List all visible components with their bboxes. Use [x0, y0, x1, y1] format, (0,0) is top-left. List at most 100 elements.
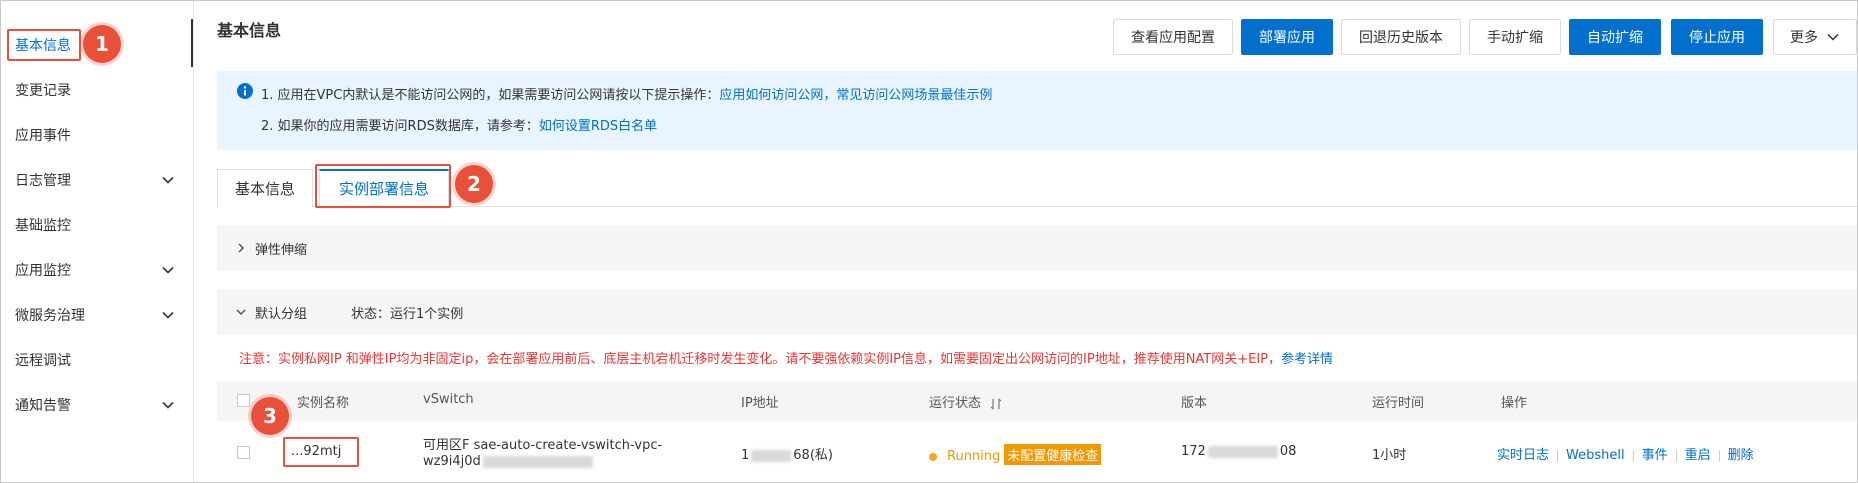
highlight-box-instance: [283, 437, 359, 467]
action-separator: [1557, 449, 1559, 462]
step-badge-1: 1: [83, 25, 121, 63]
version-suffix: 08: [1279, 444, 1297, 459]
chevron-right-icon: [238, 243, 245, 253]
sidebar-item-label: 远程调试: [15, 353, 71, 369]
elastic-scaling-label: 弹性伸缩: [255, 242, 308, 258]
page-title: 基本信息: [217, 21, 282, 40]
notice-line-2-text: 2. 如果你的应用需要访问RDS数据库，请参考：: [261, 119, 539, 134]
select-all-checkbox[interactable]: [237, 394, 250, 407]
auto-scale-button[interactable]: 自动扩缩: [1569, 19, 1661, 55]
default-group-section[interactable]: 默认分组 状态：运行1个实例: [217, 289, 1857, 335]
notice-line-1: 1. 应用在VPC内默认是不能访问公网的，如果需要访问公网请按以下提示操作：应用…: [261, 84, 992, 103]
action-separator: [1632, 449, 1634, 462]
ip-suffix: 68(私): [793, 448, 833, 463]
sidebar-item-log-management[interactable]: 日志管理: [15, 169, 185, 191]
sidebar-item-label: 微服务治理: [15, 308, 85, 324]
deploy-button[interactable]: 部署应用: [1241, 19, 1333, 55]
sidebar-item-microservice-governance[interactable]: 微服务治理: [15, 304, 185, 326]
version-prefix: 172: [1181, 444, 1206, 459]
app-page: 基本信息 变更记录 应用事件 日志管理 基础监控 应用监控 微服务治理 远程调试…: [0, 0, 1858, 483]
link-public-access[interactable]: 应用如何访问公网: [719, 88, 823, 103]
highlight-box-sidebar: [7, 29, 81, 61]
rollback-button[interactable]: 回退历史版本: [1341, 19, 1461, 55]
chevron-down-icon: [1827, 33, 1839, 41]
notice-box: 1. 应用在VPC内默认是不能访问公网的，如果需要访问公网请按以下提示操作：应用…: [217, 71, 1857, 150]
uptime-value: 1小时: [1372, 448, 1407, 463]
table-header: 实例名称 vSwitch IP地址 运行状态 版本 运行时间 操作: [217, 381, 1857, 421]
redacted-blur: [1207, 445, 1278, 458]
notice-line-1-text: 1. 应用在VPC内默认是不能访问公网的，如果需要访问公网请按以下提示操作：: [261, 88, 720, 103]
col-ip: IP地址: [741, 396, 779, 411]
tabs-divider: [217, 206, 1857, 207]
link-rds-whitelist[interactable]: 如何设置RDS白名单: [539, 119, 657, 134]
notice-link-separator: ，: [823, 88, 837, 103]
more-button-label: 更多: [1790, 30, 1818, 46]
stop-app-button[interactable]: 停止应用: [1671, 19, 1763, 55]
col-uptime: 运行时间: [1372, 396, 1425, 411]
group-name: 默认分组: [255, 306, 308, 322]
sidebar-item-label: 日志管理: [15, 173, 71, 189]
action-events[interactable]: 事件: [1642, 448, 1668, 463]
chevron-down-icon: [162, 311, 174, 319]
action-separator: [1718, 449, 1720, 462]
more-button[interactable]: 更多: [1773, 19, 1857, 55]
col-version: 版本: [1181, 396, 1208, 411]
action-delete[interactable]: 删除: [1728, 448, 1754, 463]
sidebar-item-remote-debug[interactable]: 远程调试: [15, 349, 185, 371]
row-checkbox[interactable]: [237, 446, 250, 459]
group-status: 状态：运行1个实例: [351, 306, 464, 322]
vswitch-line-1: 可用区F sae-auto-create-vswitch-vpc-: [423, 438, 663, 453]
tab-basic-info[interactable]: 基本信息: [217, 169, 313, 207]
col-vswitch: vSwitch: [423, 392, 474, 407]
sidebar-item-label: 应用监控: [15, 263, 71, 279]
run-status: Running 未配置健康检查: [929, 444, 1102, 465]
view-config-button[interactable]: 查看应用配置: [1113, 19, 1233, 55]
ip-address: 1 68(私): [741, 444, 833, 463]
notice-line-2: 2. 如果你的应用需要访问RDS数据库，请参考：如何设置RDS白名单: [261, 115, 657, 134]
redacted-blur: [751, 449, 792, 462]
elastic-scaling-section[interactable]: 弹性伸缩: [217, 225, 1857, 271]
manual-scale-button[interactable]: 手动扩缩: [1469, 19, 1561, 55]
highlight-box-tab: [315, 164, 451, 208]
sidebar-item-app-monitoring[interactable]: 应用监控: [15, 259, 185, 281]
chevron-down-icon: [162, 266, 174, 274]
col-status-label: 运行状态: [929, 396, 982, 411]
sidebar-item-label: 变更记录: [15, 83, 71, 99]
step-badge-3: 3: [251, 397, 289, 435]
action-realtime-log[interactable]: 实时日志: [1497, 448, 1549, 463]
sidebar-item-label: 应用事件: [15, 128, 71, 144]
sort-icon[interactable]: [989, 397, 1003, 411]
status-text: Running: [947, 449, 1001, 464]
status-dot-icon: [929, 452, 937, 461]
version-value: 172 08: [1181, 444, 1296, 459]
sidebar-item-app-events[interactable]: 应用事件: [15, 124, 185, 146]
col-instance-name: 实例名称: [297, 396, 350, 411]
col-actions: 操作: [1501, 396, 1528, 411]
vswitch-line-2: wz9i4j0d: [423, 454, 593, 469]
action-webshell[interactable]: Webshell: [1566, 448, 1625, 463]
link-best-practice[interactable]: 常见访问公网场景最佳示例: [836, 88, 992, 103]
ip-warning: 注意：实例私网IP 和弹性IP均为非固定ip，会在部署应用前后、底层主机宕机迁移…: [239, 348, 1333, 367]
health-check-badge[interactable]: 未配置健康检查: [1004, 444, 1102, 465]
link-reference-details[interactable]: 参考详情: [1281, 352, 1333, 367]
sidebar-item-label: 基础监控: [15, 218, 71, 234]
step-badge-2: 2: [455, 165, 493, 203]
chevron-down-icon: [162, 401, 174, 409]
sidebar-active-indicator: [191, 19, 193, 67]
sidebar-item-label: 通知告警: [15, 398, 71, 414]
ip-warning-text: 注意：实例私网IP 和弹性IP均为非固定ip，会在部署应用前后、底层主机宕机迁移…: [239, 352, 1282, 367]
chevron-down-icon: [162, 176, 174, 184]
row-actions: 实时日志 Webshell 事件 重启 删除: [1497, 444, 1754, 463]
col-status[interactable]: 运行状态: [929, 392, 1003, 411]
redacted-blur: [482, 455, 593, 468]
sidebar: 基本信息 变更记录 应用事件 日志管理 基础监控 应用监控 微服务治理 远程调试…: [1, 1, 194, 482]
info-icon: [237, 83, 253, 99]
sidebar-item-basic-monitoring[interactable]: 基础监控: [15, 214, 185, 236]
sidebar-item-notifications[interactable]: 通知告警: [15, 394, 185, 416]
chevron-down-icon: [236, 309, 246, 316]
vswitch-line-2-text: wz9i4j0d: [423, 454, 481, 469]
sidebar-item-change-log[interactable]: 变更记录: [15, 79, 185, 101]
ip-prefix: 1: [741, 448, 750, 463]
action-restart[interactable]: 重启: [1685, 448, 1711, 463]
action-separator: [1675, 449, 1677, 462]
